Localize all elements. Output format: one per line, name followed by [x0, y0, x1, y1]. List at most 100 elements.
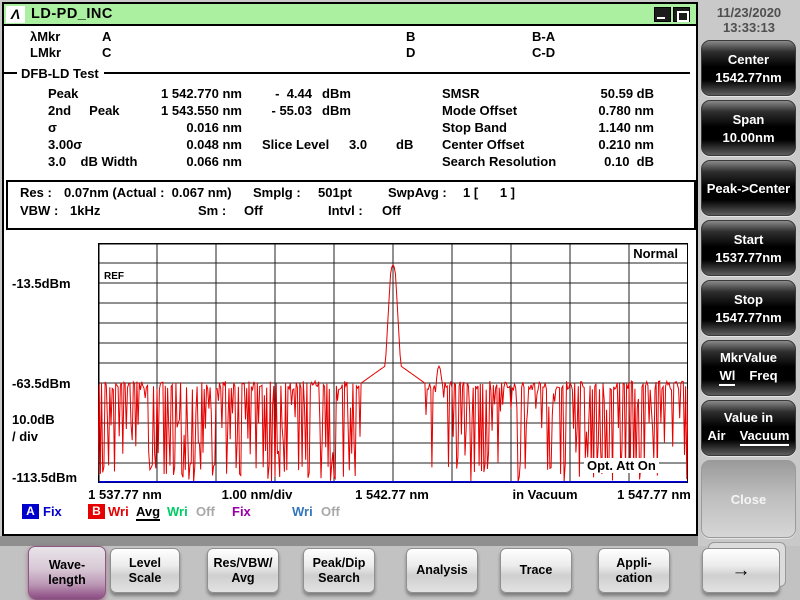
anritsu-logo-icon: Λ [6, 5, 25, 23]
fkey-trace-label: Trace [519, 563, 553, 577]
mkrvalue-wl-option[interactable]: Wl [719, 368, 736, 386]
center-value: 1542.77nm [715, 69, 782, 85]
trace-a-badge[interactable]: A [22, 504, 39, 519]
sweep-settings-box: Res : 0.07nm (Actual : 0.067 nm) Smplg :… [6, 180, 696, 230]
x-stop-label: 1 547.77 nm [617, 487, 691, 502]
scale-per-div-label: 10.0dB [12, 412, 55, 427]
trace-c-state[interactable]: Off [196, 504, 215, 519]
fkey-res-vbw-line2: Avg [231, 570, 255, 585]
search-resolution-value: 0.10 dB [604, 154, 654, 169]
section-title: DFB-LD Test [21, 65, 99, 81]
res-label: Res : [20, 185, 52, 200]
slice-level-value: 3.0 [349, 137, 368, 152]
value-in-softkey[interactable]: Value in Air Vacuum [701, 400, 796, 456]
title-bar: Λ LD-PD_INC [4, 4, 696, 26]
section-separator: DFB-LD Test [4, 65, 696, 81]
value-in-vacuum-option[interactable]: Vacuum [739, 428, 790, 446]
smplg-value: 501pt [318, 185, 352, 200]
peak-level-unit: dBm [322, 86, 351, 101]
x-start-label: 1 537.77 nm [88, 487, 162, 502]
time: 13:33:13 [722, 20, 776, 35]
x-medium-label: in Vacuum [512, 487, 578, 502]
fkey-level-scale[interactable]: Level Scale [110, 548, 180, 593]
lambda-marker-label: λMkr [30, 29, 61, 44]
fkey-analysis-label: Analysis [416, 563, 468, 577]
fkey-wavelength[interactable]: Wave- length [28, 546, 106, 600]
fkey-res-vbw-line1: Res/VBW/ [213, 555, 273, 570]
close-softkey-label: Close [730, 491, 767, 507]
trace-e-mode[interactable]: Wri [292, 504, 313, 519]
smsr-value: 50.59 dB [600, 86, 654, 101]
value-in-label: Value in [723, 410, 774, 425]
opt-att-annotation: Opt. Att On [584, 458, 659, 473]
minimize-icon[interactable] [654, 6, 671, 22]
smplg-label: Smplg : [253, 185, 301, 200]
fkey-peak-dip-line1: Peak/Dip [312, 555, 366, 570]
mid-level-label: -63.5dBm [12, 376, 71, 391]
mkrvalue-label: MkrValue [719, 350, 778, 365]
trace-status-row: A Fix B Wri Avg Wri Off Fix Wri Off [4, 504, 696, 522]
fkey-res-vbw-avg[interactable]: Res/VBW/ Avg [207, 548, 279, 593]
sigma-value: 0.016 nm [186, 120, 242, 135]
sm-value: Off [244, 203, 263, 218]
smsr-label: SMSR [442, 86, 480, 101]
value-in-air-option[interactable]: Air [708, 428, 726, 443]
mkrvalue-freq-option[interactable]: Freq [749, 368, 777, 383]
fkey-wavelength-line2: length [48, 573, 86, 587]
center-softkey[interactable]: Center 1542.77nm [701, 40, 796, 96]
start-value: 1537.77nm [715, 249, 782, 265]
ref-level-label: -13.5dBm [12, 276, 71, 291]
marker-c-label: C [102, 45, 112, 60]
mode-offset-label: Mode Offset [442, 103, 518, 118]
bottom-level-label: -113.5dBm [12, 470, 78, 485]
peak-wavelength: 1 542.770 nm [161, 86, 242, 101]
trace-e-state[interactable]: Off [321, 504, 340, 519]
start-softkey-label: Start [733, 231, 764, 247]
swpavg-value: 1 [ 1 ] [463, 185, 516, 200]
level-marker-label: LMkr [30, 45, 62, 60]
stop-softkey-label: Stop [734, 291, 763, 307]
right-arrow-icon: → [731, 560, 751, 581]
maximize-icon[interactable] [673, 6, 690, 22]
three-sigma-value: 0.048 nm [186, 137, 242, 152]
bottom-divider-strip [0, 536, 698, 546]
fkey-peak-dip-line2: Search [318, 570, 360, 585]
fkey-application-line1: Appli- [616, 555, 652, 570]
fkey-trace[interactable]: Trace [500, 548, 572, 593]
fkey-wavelength-line1: Wave- [48, 558, 86, 572]
trace-b-avg[interactable]: Avg [136, 504, 161, 521]
mkrvalue-softkey[interactable]: MkrValue Wl Freq [701, 340, 796, 396]
db-width-value: 0.066 nm [186, 154, 242, 169]
second-peak-label: 2nd Peak [48, 103, 120, 118]
peak-to-center-label: Peak->Center [706, 180, 791, 196]
trace-b-mode[interactable]: Wri [108, 504, 129, 519]
fkey-peak-dip-search[interactable]: Peak/Dip Search [303, 548, 375, 593]
trace-a-mode[interactable]: Fix [43, 504, 62, 519]
mode-offset-value: 0.780 nm [598, 103, 654, 118]
x-div-label: 1.00 nm/div [221, 487, 293, 502]
trace-b-badge[interactable]: B [88, 504, 105, 519]
marker-b-label: B [406, 29, 416, 44]
marker-d-label: D [406, 45, 416, 60]
fkey-analysis[interactable]: Analysis [406, 548, 478, 593]
vbw-label: VBW : [20, 203, 59, 218]
stop-softkey[interactable]: Stop 1547.77nm [701, 280, 796, 336]
peak-label: Peak [48, 86, 79, 101]
stop-value: 1547.77nm [715, 309, 782, 325]
instrument-screen: Λ LD-PD_INC λMkr A B B-A LMkr C D C-D DF… [2, 2, 698, 536]
peak-to-center-softkey[interactable]: Peak->Center [701, 160, 796, 216]
fkey-application[interactable]: Appli- cation [598, 548, 670, 593]
intvl-label: Intvl : [328, 203, 363, 218]
fkey-more-pages[interactable]: → [702, 548, 780, 593]
start-softkey[interactable]: Start 1537.77nm [701, 220, 796, 276]
marker-c-d-label: C-D [532, 45, 556, 60]
span-softkey-label: Span [732, 111, 765, 127]
sigma-label: σ [48, 120, 57, 135]
spectrum-plot [97, 242, 689, 484]
trace-d-mode[interactable]: Fix [232, 504, 251, 519]
swpavg-label: SwpAvg : [388, 185, 447, 200]
close-softkey[interactable]: Close [701, 460, 796, 538]
trace-c-mode[interactable]: Wri [167, 504, 188, 519]
three-sigma-label: 3.00σ [48, 137, 83, 152]
span-softkey[interactable]: Span 10.00nm [701, 100, 796, 156]
